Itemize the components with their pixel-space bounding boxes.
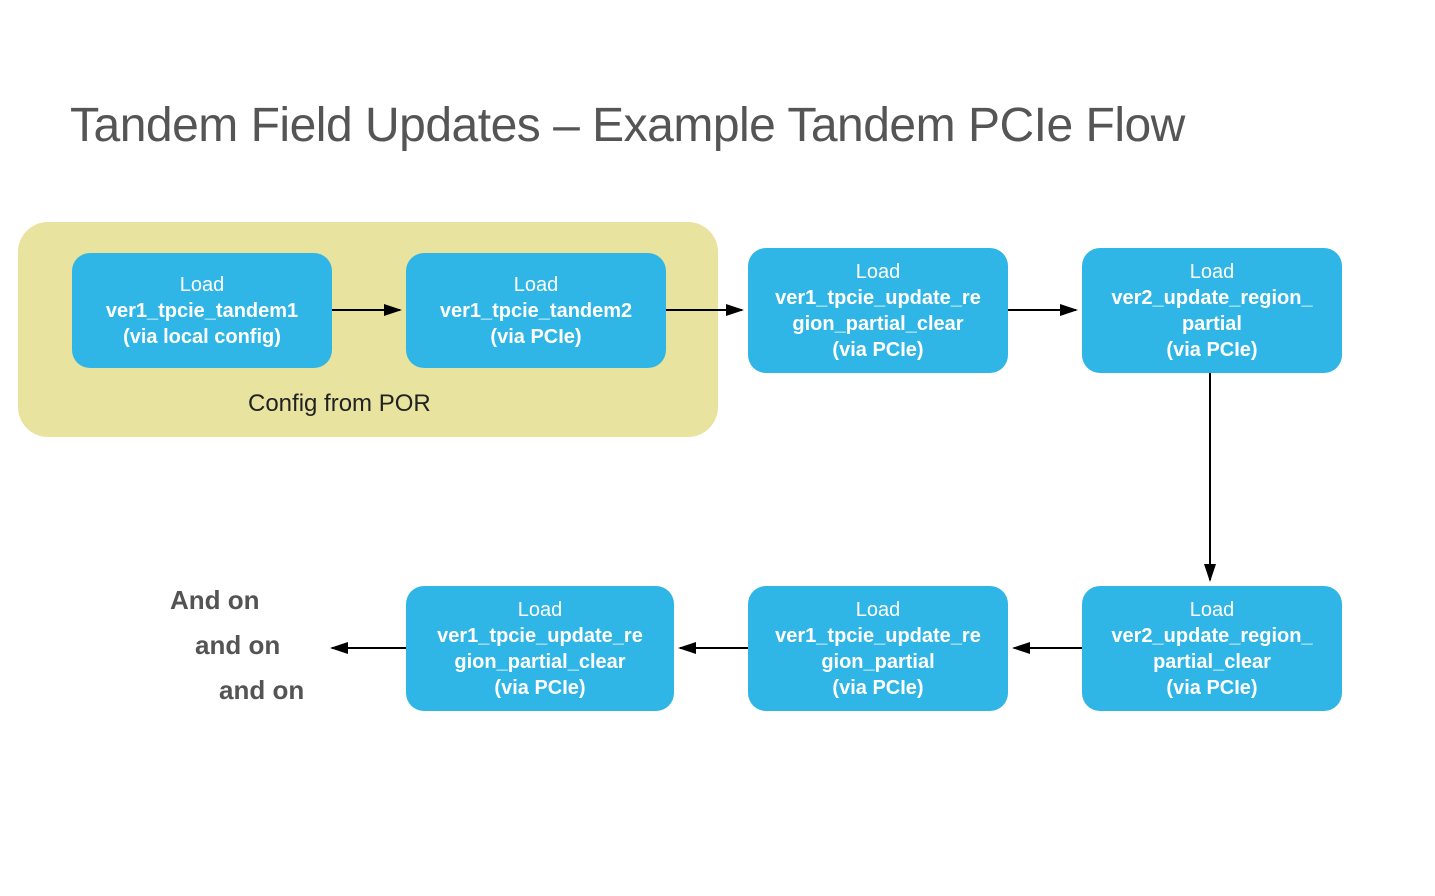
box-name: ver1_tpcie_update_region_partial <box>775 623 981 675</box>
config-group-label: Config from POR <box>248 390 431 418</box>
box-load-label: Load <box>1190 259 1235 285</box>
box-via: (via PCIe) <box>832 675 923 701</box>
box-via: (via PCIe) <box>490 324 581 350</box>
box-name: ver1_tpcie_update_region_partial_clear <box>437 623 643 675</box>
box-ver1-tandem1: Load ver1_tpcie_tandem1 (via local confi… <box>72 253 332 368</box>
box-load-label: Load <box>1190 597 1235 623</box>
box-via: (via local config) <box>123 324 281 350</box>
box-load-label: Load <box>856 597 901 623</box>
box-name: ver2_update_region_partial_clear <box>1111 623 1312 675</box>
box-name: ver1_tpcie_update_region_partial_clear <box>775 285 981 337</box>
box-load-label: Load <box>518 597 563 623</box>
box-name: ver1_tpcie_tandem2 <box>440 298 632 324</box>
andon-line2: and on <box>195 630 280 661</box>
box-via: (via PCIe) <box>832 337 923 363</box>
box-ver1-update-clear-bottom: Load ver1_tpcie_update_region_partial_cl… <box>406 586 674 711</box>
andon-line1: And on <box>170 585 260 616</box>
page-title: Tandem Field Updates – Example Tandem PC… <box>70 98 1185 153</box>
box-load-label: Load <box>180 272 225 298</box>
box-load-label: Load <box>856 259 901 285</box>
box-via: (via PCIe) <box>1166 675 1257 701</box>
box-via: (via PCIe) <box>1166 337 1257 363</box>
box-via: (via PCIe) <box>494 675 585 701</box>
andon-line3: and on <box>219 675 304 706</box>
box-ver1-update-clear-top: Load ver1_tpcie_update_region_partial_cl… <box>748 248 1008 373</box>
box-name: ver1_tpcie_tandem1 <box>106 298 298 324</box>
box-ver2-update-partial-clear: Load ver2_update_region_partial_clear (v… <box>1082 586 1342 711</box>
box-load-label: Load <box>514 272 559 298</box>
box-ver2-update-partial: Load ver2_update_region_partial (via PCI… <box>1082 248 1342 373</box>
box-ver1-update-partial: Load ver1_tpcie_update_region_partial (v… <box>748 586 1008 711</box>
box-ver1-tandem2: Load ver1_tpcie_tandem2 (via PCIe) <box>406 253 666 368</box>
box-name: ver2_update_region_partial <box>1111 285 1312 337</box>
